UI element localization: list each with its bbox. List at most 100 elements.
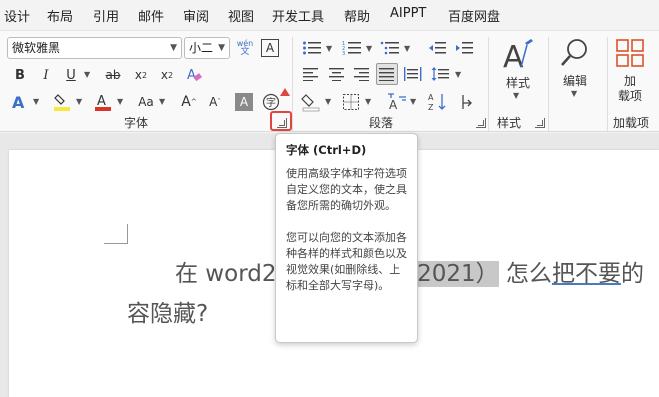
addins-group-label: 加载项: [613, 116, 650, 130]
menu-review[interactable]: 审阅: [183, 6, 209, 25]
editing-button-label[interactable]: 编辑: [555, 71, 595, 89]
ribbon: 微软雅黑 ▼ 小二 ▼ wén 文 A B I U ▼ ab x2 x2 A A…: [0, 30, 659, 132]
borders-icon[interactable]: [341, 92, 361, 112]
font-group-label: 字体: [124, 116, 149, 130]
chevron-down-icon[interactable]: ▼: [325, 97, 331, 106]
styles-gallery-icon[interactable]: A: [500, 35, 536, 75]
clear-formatting-icon[interactable]: A: [184, 64, 204, 86]
italic-button[interactable]: I: [38, 65, 54, 85]
chevron-down-icon[interactable]: ▼: [404, 44, 410, 53]
paragraph-dialog-launcher-icon[interactable]: [476, 118, 486, 128]
highlight-color-icon[interactable]: [52, 91, 72, 113]
styles-group-label: 样式: [497, 116, 522, 130]
styles-button-label[interactable]: 样式: [498, 73, 538, 91]
show-marks-icon[interactable]: [457, 91, 477, 113]
chevron-down-icon[interactable]: ▼: [117, 97, 123, 106]
align-left-icon[interactable]: [302, 65, 320, 83]
svg-text:A: A: [12, 93, 25, 111]
chevron-down-icon[interactable]: ▼: [159, 97, 165, 106]
line-spacing-icon[interactable]: [430, 65, 450, 83]
shading-icon[interactable]: [300, 91, 322, 113]
chinese-layout-icon[interactable]: A: [386, 91, 408, 113]
svg-text:A: A: [97, 94, 106, 109]
group-separator: [607, 37, 608, 131]
sort-icon[interactable]: AZ: [428, 91, 448, 113]
underline-button[interactable]: U: [63, 65, 79, 85]
chevron-down-icon[interactable]: ▼: [513, 91, 519, 100]
chevron-down-icon[interactable]: ▼: [33, 97, 39, 106]
find-magnifier-icon[interactable]: [558, 35, 592, 71]
addins-label-line2[interactable]: 载项: [615, 87, 645, 103]
bold-button[interactable]: B: [12, 65, 28, 85]
align-right-icon[interactable]: [353, 65, 371, 83]
chevron-down-icon[interactable]: ▼: [410, 97, 416, 106]
phonetic-sub: 文: [240, 47, 250, 57]
subscript-button[interactable]: x2: [132, 65, 150, 85]
chevron-down-icon[interactable]: ▼: [84, 70, 90, 79]
text-effects-icon[interactable]: A: [10, 91, 30, 113]
multilevel-list-icon[interactable]: [380, 39, 400, 57]
doc-text-segment: 在 word2: [175, 261, 277, 287]
font-size-select[interactable]: 小二 ▼: [184, 37, 230, 59]
svg-text:字: 字: [266, 96, 276, 109]
group-separator: [488, 37, 489, 131]
superscript-button[interactable]: x2: [158, 65, 176, 85]
align-center-icon[interactable]: [328, 65, 346, 83]
menu-developer[interactable]: 开发工具: [272, 6, 324, 25]
styles-dialog-launcher-icon[interactable]: [535, 118, 545, 128]
chevron-down-icon[interactable]: ▼: [455, 70, 461, 79]
svg-text:A: A: [503, 40, 524, 73]
paragraph-group-label: 段落: [369, 116, 394, 130]
menu-design[interactable]: 设计: [4, 6, 30, 25]
svg-text:3: 3: [342, 51, 345, 56]
menu-layout[interactable]: 布局: [47, 6, 73, 25]
doc-text-segment: 怎么: [498, 261, 552, 287]
margin-corner-mark: [104, 224, 128, 244]
chevron-down-icon[interactable]: ▼: [571, 89, 577, 98]
chevron-down-icon: ▼: [170, 43, 177, 53]
doc-text-segment: 把不要: [551, 261, 621, 287]
menu-references[interactable]: 引用: [93, 6, 119, 25]
font-color-icon[interactable]: A: [93, 91, 113, 113]
svg-text:A: A: [187, 68, 196, 83]
addins-icon[interactable]: [616, 39, 644, 67]
change-case-button[interactable]: Aa: [134, 91, 158, 113]
menu-view[interactable]: 视图: [228, 6, 254, 25]
shrink-font-button[interactable]: Aˇ: [205, 91, 225, 113]
tooltip-description-1: 使用高级字体和字符选项自定义您的文本，使之具备您所需的确切外观。: [286, 167, 407, 212]
character-border-button[interactable]: A: [261, 39, 279, 57]
menu-bar: 设计 布局 引用 邮件 审阅 视图 开发工具 帮助 AIPPT 百度网盘: [0, 0, 659, 30]
callout-highlight-box: [270, 111, 292, 131]
bullets-icon[interactable]: [302, 39, 322, 57]
group-separator: [292, 37, 293, 131]
phonetic-guide-button[interactable]: wén 文: [235, 37, 255, 59]
strikethrough-button[interactable]: ab: [104, 65, 122, 85]
chevron-down-icon[interactable]: ▼: [76, 97, 82, 106]
menu-mailings[interactable]: 邮件: [138, 6, 164, 25]
svg-text:Z: Z: [428, 103, 434, 112]
decrease-indent-icon[interactable]: [427, 39, 447, 57]
justify-icon[interactable]: [376, 63, 398, 85]
enclose-characters-icon[interactable]: 字: [261, 92, 281, 112]
grow-font-button[interactable]: A ^: [179, 91, 199, 113]
font-dialog-tooltip: 字体 (Ctrl+D) 使用高级字体和字符选项自定义您的文本，使之具备您所需的确…: [275, 133, 418, 343]
chevron-down-icon[interactable]: ▼: [366, 44, 372, 53]
character-shading-button[interactable]: A: [235, 93, 253, 111]
chevron-down-icon[interactable]: ▼: [326, 44, 332, 53]
increase-indent-icon[interactable]: [454, 39, 474, 57]
distributed-icon[interactable]: [404, 65, 422, 83]
doc-text-segment: 的: [620, 261, 644, 287]
character-border-label: A: [265, 41, 275, 55]
chevron-down-icon: ▼: [218, 43, 225, 53]
callout-arrow-icon: [280, 88, 290, 96]
menu-aippt[interactable]: AIPPT: [390, 6, 426, 21]
numbering-icon[interactable]: 123: [342, 39, 362, 57]
menu-baidu-netdisk[interactable]: 百度网盘: [448, 6, 500, 25]
svg-text:A: A: [389, 98, 398, 112]
change-case-label: Aa: [138, 95, 154, 109]
document-line-2[interactable]: 容隐藏?: [127, 294, 208, 328]
font-size-value: 小二: [189, 41, 214, 55]
font-family-select[interactable]: 微软雅黑 ▼: [7, 37, 182, 59]
menu-help[interactable]: 帮助: [344, 6, 370, 25]
chevron-down-icon[interactable]: ▼: [365, 97, 371, 106]
